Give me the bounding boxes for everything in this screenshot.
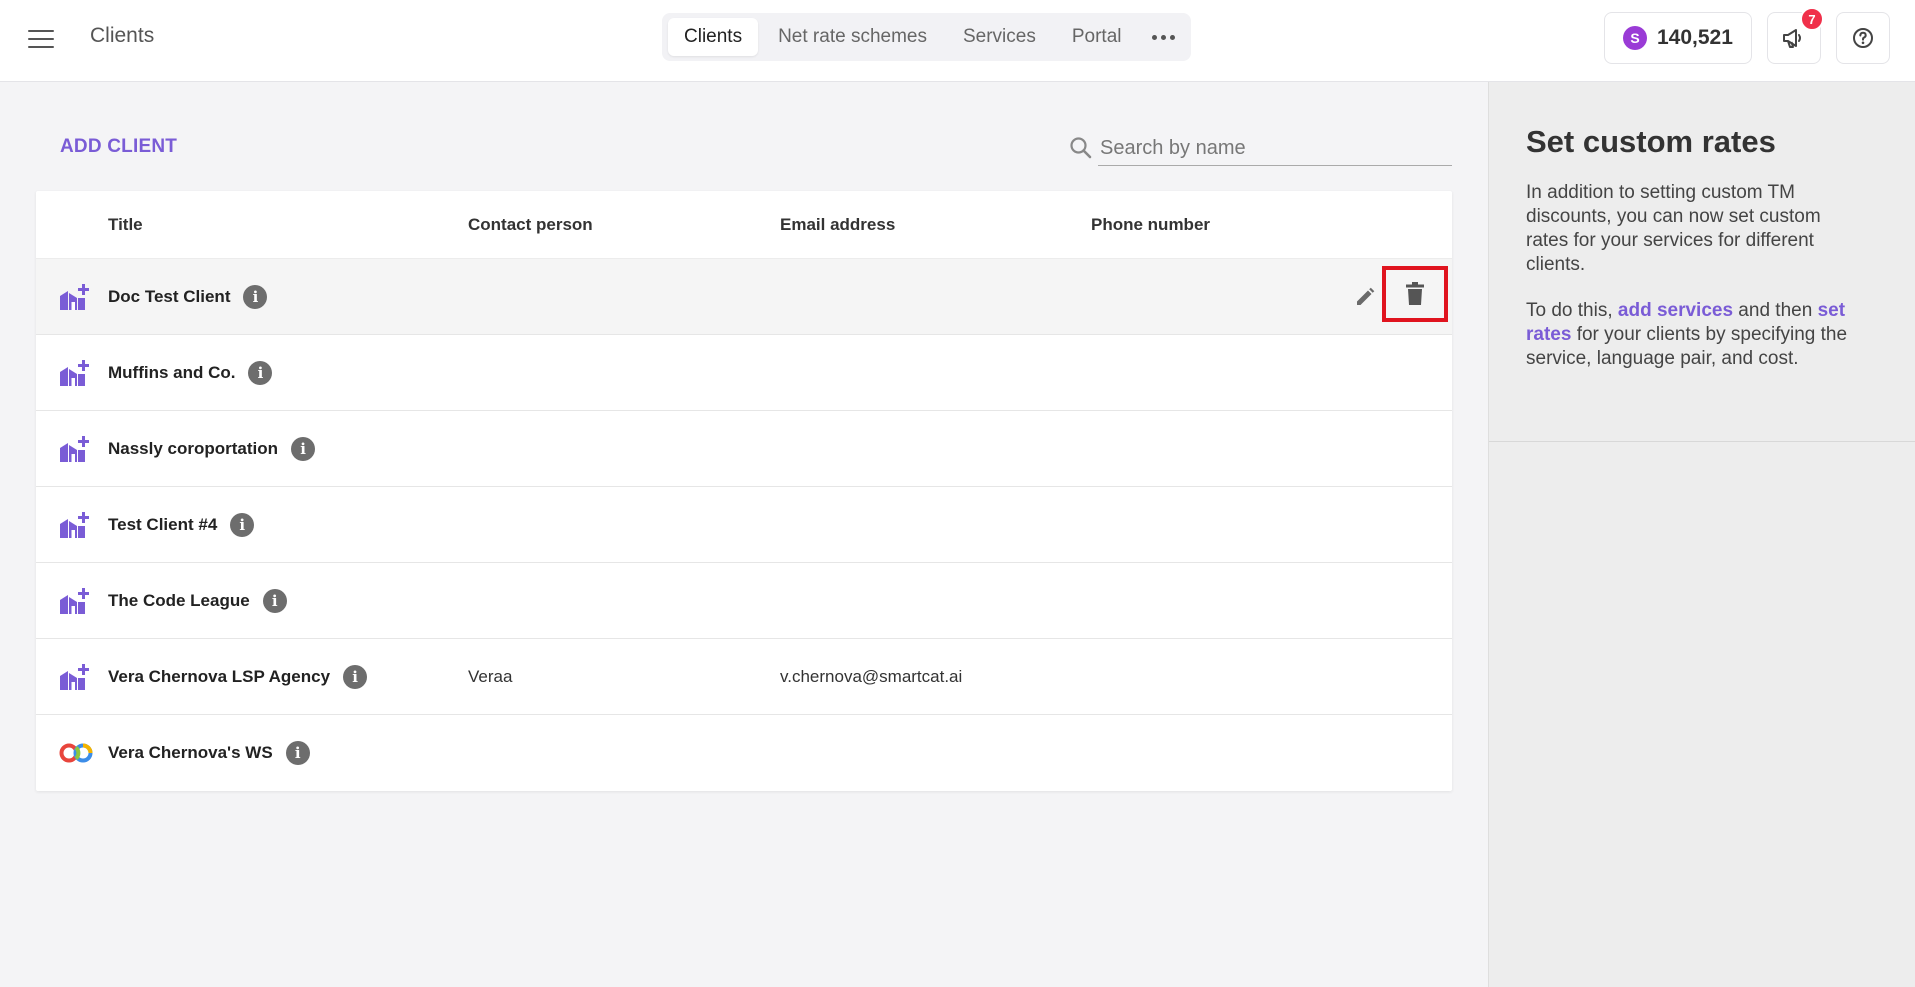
info-icon[interactable]: i bbox=[248, 361, 273, 385]
coin-icon: S bbox=[1623, 26, 1647, 50]
tab-net-rate-schemes[interactable]: Net rate schemes bbox=[762, 18, 943, 56]
custom-rates-tip: Set custom rates In addition to setting … bbox=[1489, 82, 1915, 442]
client-title: Vera Chernova LSP Agency i bbox=[108, 639, 368, 715]
menu-icon[interactable] bbox=[28, 26, 54, 50]
info-icon[interactable]: i bbox=[262, 589, 287, 613]
client-title: Test Client #4 i bbox=[108, 487, 255, 563]
balance-button[interactable]: S 140,521 bbox=[1604, 12, 1752, 64]
info-icon[interactable]: i bbox=[230, 513, 255, 537]
section-tabs: Clients Net rate schemes Services Portal bbox=[662, 13, 1192, 61]
clients-table: Title Contact person Email address Phone… bbox=[36, 191, 1452, 791]
add-services-link[interactable]: add services bbox=[1618, 300, 1733, 321]
client-title: The Code League i bbox=[108, 563, 287, 639]
table-row[interactable]: Nassly coroportation i bbox=[36, 411, 1452, 487]
table-row[interactable]: Muffins and Co. i bbox=[36, 335, 1452, 411]
client-company-icon bbox=[58, 259, 90, 335]
client-contact: Veraa bbox=[468, 667, 513, 686]
column-header-email[interactable]: Email address bbox=[780, 191, 895, 259]
table-row[interactable]: Test Client #4 i bbox=[36, 487, 1452, 563]
side-panel-paragraph-2: To do this, add services and then set ra… bbox=[1526, 300, 1848, 369]
search-icon bbox=[1070, 137, 1092, 159]
table-row[interactable]: Doc Test Client i bbox=[36, 259, 1452, 335]
main-content: ADD CLIENT Title Contact person Email ad… bbox=[0, 82, 1488, 987]
more-tabs-icon[interactable] bbox=[1141, 18, 1185, 56]
row-actions bbox=[1348, 266, 1448, 322]
add-client-button[interactable]: ADD CLIENT bbox=[60, 136, 177, 158]
edit-button[interactable] bbox=[1348, 275, 1382, 319]
table-row[interactable]: Vera Chernova's WS i bbox=[36, 715, 1452, 791]
table-row[interactable]: Vera Chernova LSP Agency i Veraa v.chernova… bbox=[36, 639, 1452, 715]
client-company-icon bbox=[58, 411, 90, 487]
top-header: Clients Clients Net rate schemes Service… bbox=[0, 0, 1915, 82]
search-input[interactable] bbox=[1098, 132, 1452, 166]
client-company-icon bbox=[58, 487, 90, 563]
delete-button[interactable] bbox=[1382, 266, 1448, 322]
tab-clients[interactable]: Clients bbox=[668, 18, 759, 56]
tab-services[interactable]: Services bbox=[947, 18, 1052, 56]
table-header: Title Contact person Email address Phone… bbox=[36, 191, 1452, 259]
help-icon bbox=[1853, 28, 1873, 48]
tab-portal[interactable]: Portal bbox=[1056, 18, 1138, 56]
side-panel: Set custom rates In addition to setting … bbox=[1488, 82, 1915, 987]
help-button[interactable] bbox=[1836, 12, 1890, 64]
client-email: v.chernova@smartcat.ai bbox=[780, 667, 963, 686]
balance-value: 140,521 bbox=[1657, 26, 1733, 49]
info-icon[interactable]: i bbox=[285, 741, 310, 765]
info-icon[interactable]: i bbox=[291, 437, 316, 461]
side-panel-heading: Set custom rates bbox=[1526, 124, 1776, 159]
megaphone-icon bbox=[1783, 29, 1801, 48]
client-title: Muffins and Co. i bbox=[108, 335, 273, 411]
info-icon[interactable]: i bbox=[343, 665, 368, 689]
side-panel-paragraph-1: In addition to setting custom TM discoun… bbox=[1526, 182, 1821, 275]
page-title: Clients bbox=[90, 24, 155, 47]
client-company-icon bbox=[58, 563, 90, 639]
announcements-button[interactable]: 7 bbox=[1767, 7, 1824, 64]
client-title: Doc Test Client i bbox=[108, 259, 268, 335]
column-header-contact[interactable]: Contact person bbox=[468, 191, 593, 259]
pencil-icon bbox=[1357, 287, 1375, 305]
client-company-icon bbox=[58, 335, 90, 411]
client-title: Nassly coroportation i bbox=[108, 411, 316, 487]
table-row[interactable]: The Code League i bbox=[36, 563, 1452, 639]
column-header-phone[interactable]: Phone number bbox=[1091, 191, 1210, 259]
search-box bbox=[1066, 132, 1452, 166]
info-icon[interactable]: i bbox=[243, 285, 268, 309]
client-title: Vera Chernova's WS i bbox=[108, 715, 310, 791]
workspace-rings-icon bbox=[58, 715, 94, 791]
trash-icon bbox=[1406, 282, 1424, 305]
column-header-title[interactable]: Title bbox=[108, 191, 143, 259]
client-company-icon bbox=[58, 639, 90, 715]
notification-badge: 7 bbox=[1800, 7, 1824, 31]
